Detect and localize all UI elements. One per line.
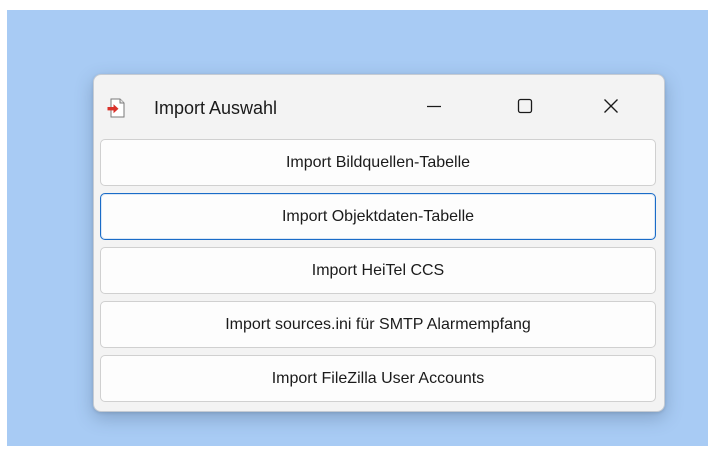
button-label: Import Objektdaten-Tabelle	[281, 207, 475, 225]
desktop-background: Import Auswahl Import Bildquellen-Tabell…	[7, 10, 708, 446]
import-arrow-icon	[106, 97, 128, 119]
maximize-icon	[516, 97, 534, 120]
maximize-button[interactable]	[503, 91, 547, 125]
close-button[interactable]	[589, 91, 633, 125]
import-bildquellen-button[interactable]: Import Bildquellen-Tabelle	[100, 139, 656, 186]
button-label: Import FileZilla User Accounts	[271, 369, 485, 387]
minimize-button[interactable]	[412, 91, 456, 125]
button-label: Import HeiTel CCS	[311, 261, 445, 279]
close-icon	[602, 97, 620, 120]
title-bar[interactable]: Import Auswahl	[94, 75, 664, 135]
window-title: Import Auswahl	[154, 98, 278, 118]
minimize-icon	[425, 97, 443, 120]
import-sources-ini-button[interactable]: Import sources.ini für SMTP Alarmempfang	[100, 301, 656, 348]
import-filezilla-button[interactable]: Import FileZilla User Accounts	[100, 355, 656, 402]
import-objektdaten-button[interactable]: Import Objektdaten-Tabelle	[100, 193, 656, 240]
import-dialog: Import Auswahl Import Bildquellen-Tabell…	[93, 74, 665, 412]
import-heitel-ccs-button[interactable]: Import HeiTel CCS	[100, 247, 656, 294]
button-label: Import sources.ini für SMTP Alarmempfang	[225, 315, 531, 333]
button-label: Import Bildquellen-Tabelle	[285, 153, 471, 171]
